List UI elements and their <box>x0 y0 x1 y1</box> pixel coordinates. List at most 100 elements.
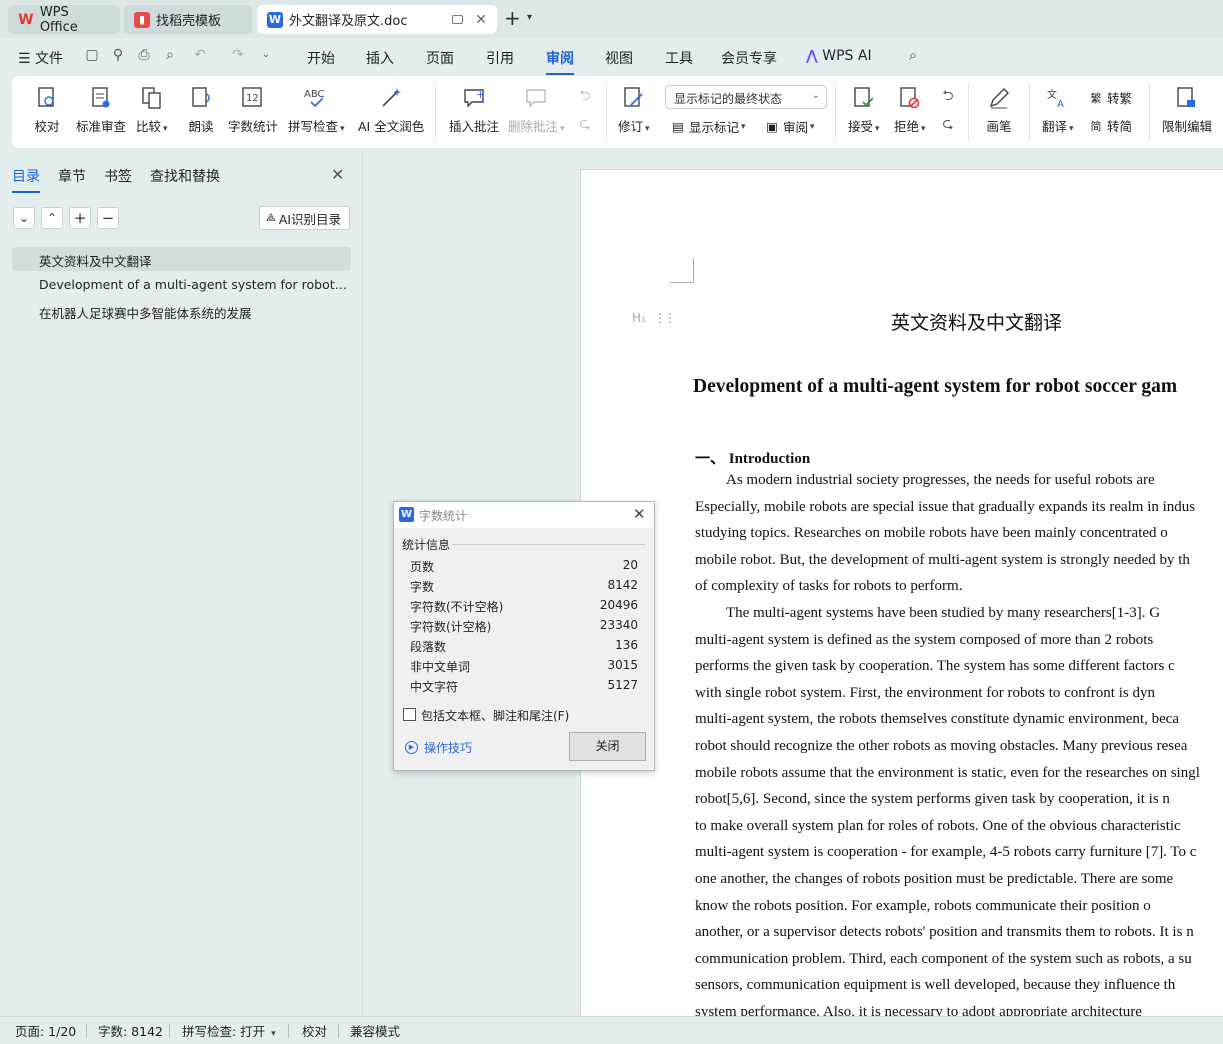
tab-template[interactable]: ▮ 找稻壳模板 <box>124 5 252 34</box>
include-textbox-checkbox[interactable] <box>403 708 416 721</box>
menu-wps-ai[interactable]: ⋀ WPS AI <box>806 48 872 64</box>
compare-button[interactable]: 比较 ▾ <box>136 76 168 148</box>
reject-icon <box>897 84 923 112</box>
spell-check-status[interactable]: 拼写检查: 打开 ▾ <box>182 1021 276 1040</box>
delete-comment-button[interactable]: 删除批注 ▾ <box>508 76 565 148</box>
tab-document[interactable]: W 外文翻译及原文.doc ✕ <box>257 5 497 34</box>
to-traditional-button[interactable]: 繁 转繁 <box>1088 88 1133 107</box>
search-icon[interactable]: ⌕ <box>905 47 921 63</box>
reject-button[interactable]: 拒绝 ▾ <box>894 76 926 148</box>
drag-handle-icon[interactable]: ⋮⋮ <box>654 311 676 325</box>
stat-value: 3015 <box>607 658 638 672</box>
undo-icon[interactable]: ↶ <box>192 47 208 63</box>
ai-polish-button[interactable]: AI 全文润色 <box>358 76 424 148</box>
pen-button[interactable]: 画笔 <box>986 76 1012 148</box>
new-tab-icon[interactable]: + <box>504 8 521 28</box>
document-subtitle: Development of a multi-agent system for … <box>693 376 1178 397</box>
paragraph-line: studying topics. Researches on mobile ro… <box>695 525 1168 542</box>
menu-references[interactable]: 引用 <box>486 48 514 68</box>
collapse-icon[interactable]: ⌄ <box>13 207 35 229</box>
menu-view[interactable]: 视图 <box>605 48 633 68</box>
spell-check-button[interactable]: ABC 拼写检查 ▾ <box>288 76 345 148</box>
paragraph-line: another, or a supervisor detects robots'… <box>695 924 1194 941</box>
tab-bookmarks[interactable]: 书签 <box>104 166 132 186</box>
pen-icon <box>986 84 1012 112</box>
menu-insert[interactable]: 插入 <box>366 48 394 68</box>
restrict-editing-button[interactable]: 限制编辑 <box>1162 76 1212 148</box>
tab-wps-office[interactable]: W WPS Office <box>8 5 120 35</box>
heading-level-icon[interactable]: H₁ <box>632 311 646 325</box>
review-pane-icon: ▣ <box>766 119 778 134</box>
next-change-icon[interactable]: ⮎ <box>940 116 956 132</box>
toc-item[interactable]: 在机器人足球赛中多智能体系统的发展 <box>12 299 351 323</box>
print-icon[interactable]: ⎙ <box>136 47 152 63</box>
ribbon-separator <box>1149 82 1150 142</box>
close-pane-icon[interactable]: ✕ <box>331 165 344 184</box>
chevron-down-icon[interactable]: ▾ <box>527 12 532 23</box>
translate-button[interactable]: 文A 翻译 ▾ <box>1042 76 1074 148</box>
show-markup-button[interactable]: ▤ 显示标记 ▾ <box>670 117 745 136</box>
toc-item[interactable]: Development of a multi-agent system for … <box>12 273 351 297</box>
tab-sections[interactable]: 章节 <box>58 166 86 186</box>
word-count-button[interactable]: 12 字数统计 <box>228 76 278 148</box>
expand-icon[interactable]: ⌃ <box>41 207 63 229</box>
standard-review-button[interactable]: 标准审查 <box>76 76 126 148</box>
remove-heading-icon[interactable]: − <box>97 207 119 229</box>
dialog-titlebar: W 字数统计 ✕ <box>394 502 654 528</box>
divider <box>452 544 645 545</box>
page-indicator[interactable]: 页面: 1/20 <box>15 1021 76 1040</box>
proofread-button[interactable]: 校对 <box>34 76 60 148</box>
document-page[interactable]: H₁ ⋮⋮ 英文资料及中文翻译 Development of a multi-a… <box>580 169 1223 1016</box>
close-icon[interactable]: ✕ <box>633 505 646 523</box>
monitor-icon[interactable] <box>452 15 463 24</box>
read-aloud-button[interactable]: 朗读 <box>188 76 214 148</box>
save-icon[interactable]: ▢ <box>84 47 100 63</box>
previous-comment-icon[interactable]: ⮌ <box>577 88 593 104</box>
next-comment-icon[interactable]: ⮎ <box>577 116 593 132</box>
menu-file[interactable]: ☰ 文件 <box>18 48 63 68</box>
paragraph-line: to make overall system plan for roles of… <box>695 817 1181 834</box>
markup-mode-select[interactable]: 显示标记的最终状态 ⌄ <box>665 85 827 109</box>
tab-bar: W WPS Office ▮ 找稻壳模板 W 外文翻译及原文.doc ✕ + ▾ <box>0 0 1223 38</box>
paragraph-line: mobile robots assume that the environmen… <box>695 764 1200 781</box>
accept-button[interactable]: 接受 ▾ <box>848 76 880 148</box>
menu-member[interactable]: 会员专享 <box>721 48 777 68</box>
track-changes-icon <box>621 84 647 112</box>
print-preview-icon[interactable]: ⌕ <box>162 47 178 63</box>
menu-page[interactable]: 页面 <box>426 48 454 68</box>
insert-comment-button[interactable]: + 插入批注 <box>449 76 499 148</box>
proofread-status[interactable]: 校对 <box>302 1021 327 1040</box>
ribbon-separator <box>835 82 836 142</box>
redo-icon[interactable]: ↷ <box>230 47 246 63</box>
tab-toc[interactable]: 目录 <box>12 166 40 193</box>
menu-review[interactable]: 审阅 <box>546 48 574 75</box>
stat-label: 页数 <box>410 560 435 574</box>
close-tab-icon[interactable]: ✕ <box>475 12 487 28</box>
toc-item[interactable]: 英文资料及中文翻译 <box>12 247 351 271</box>
svg-text:ABC: ABC <box>304 89 325 100</box>
compat-mode-label: 兼容模式 <box>350 1024 401 1039</box>
ai-toc-button[interactable]: ⟁ AI识别目录 <box>259 206 350 230</box>
chevron-down-icon[interactable]: ⌄ <box>258 47 274 63</box>
review-pane-button[interactable]: ▣ 审阅 ▾ <box>764 117 814 136</box>
tab-find-replace[interactable]: 查找和替换 <box>150 166 220 186</box>
proofread-icon <box>34 84 60 112</box>
revision-button[interactable]: 修订 ▾ <box>618 76 650 148</box>
menu-home[interactable]: 开始 <box>307 48 335 68</box>
paragraph-line: with single robot system. First, the env… <box>695 684 1155 701</box>
add-heading-icon[interactable]: + <box>69 207 91 229</box>
menu-tools[interactable]: 工具 <box>665 48 693 68</box>
wps-logo-icon: W <box>18 11 34 28</box>
word-count-indicator[interactable]: 字数: 8142 <box>98 1021 163 1040</box>
divider <box>86 1024 87 1038</box>
to-simplified-button[interactable]: 简 转简 <box>1088 116 1133 135</box>
previous-change-icon[interactable]: ⮌ <box>940 88 956 104</box>
stat-value: 136 <box>615 638 638 652</box>
ribbon-separator <box>435 82 436 142</box>
translate-icon: 文A <box>1045 84 1071 112</box>
share-icon[interactable]: ⚲ <box>110 47 126 63</box>
paragraph-line: communication problem. Third, each compo… <box>695 950 1192 967</box>
tips-link[interactable]: ▶ 操作技巧 <box>405 739 472 756</box>
close-button[interactable]: 关闭 <box>569 732 646 761</box>
show-markup-icon: ▤ <box>672 119 684 134</box>
